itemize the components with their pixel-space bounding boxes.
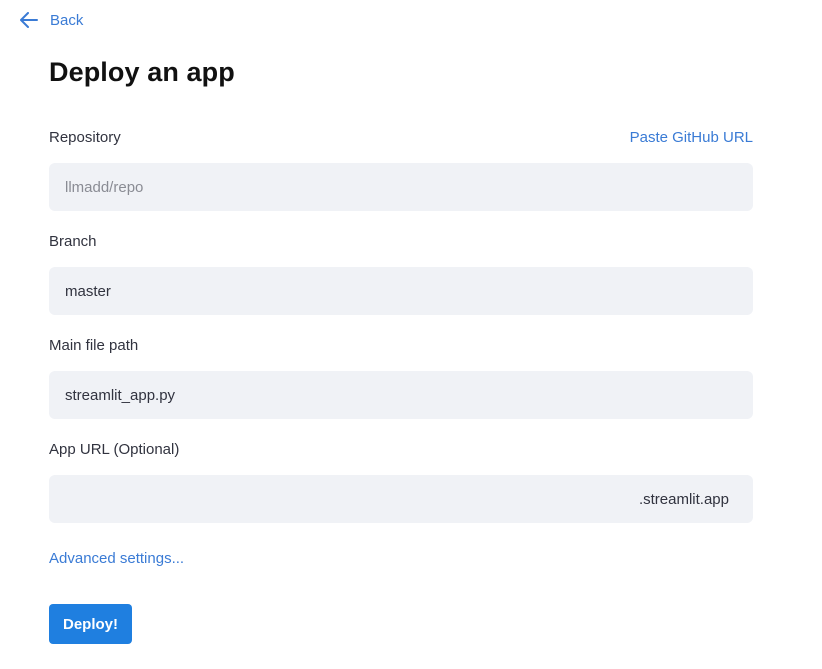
repository-field: Repository Paste GitHub URL [49, 127, 753, 211]
branch-label: Branch [49, 232, 97, 250]
branch-input[interactable] [65, 282, 737, 300]
app-url-label: App URL (Optional) [49, 440, 180, 458]
main-file-field: Main file path [49, 335, 753, 419]
page-title: Deploy an app [49, 57, 235, 87]
advanced-settings-link[interactable]: Advanced settings... [49, 550, 184, 567]
branch-field: Branch [49, 231, 753, 315]
deploy-page: Back Deploy an app Repository Paste GitH… [0, 0, 822, 669]
repository-label: Repository [49, 128, 121, 146]
app-url-input[interactable] [65, 490, 639, 508]
repository-input-box[interactable] [49, 163, 753, 211]
main-file-input-box[interactable] [49, 371, 753, 419]
arrow-left-icon [20, 12, 38, 28]
app-url-input-box[interactable]: .streamlit.app [49, 475, 753, 523]
repository-input[interactable] [65, 178, 737, 196]
branch-input-box[interactable] [49, 267, 753, 315]
main-file-label: Main file path [49, 336, 139, 354]
main-file-input[interactable] [65, 386, 737, 404]
app-url-suffix: .streamlit.app [638, 490, 729, 508]
back-link[interactable]: Back [20, 9, 83, 31]
back-label: Back [50, 11, 84, 29]
app-url-field: App URL (Optional) .streamlit.app [49, 439, 753, 523]
paste-github-url-link[interactable]: Paste GitHub URL [630, 129, 753, 146]
deploy-button[interactable]: Deploy! [49, 604, 132, 644]
